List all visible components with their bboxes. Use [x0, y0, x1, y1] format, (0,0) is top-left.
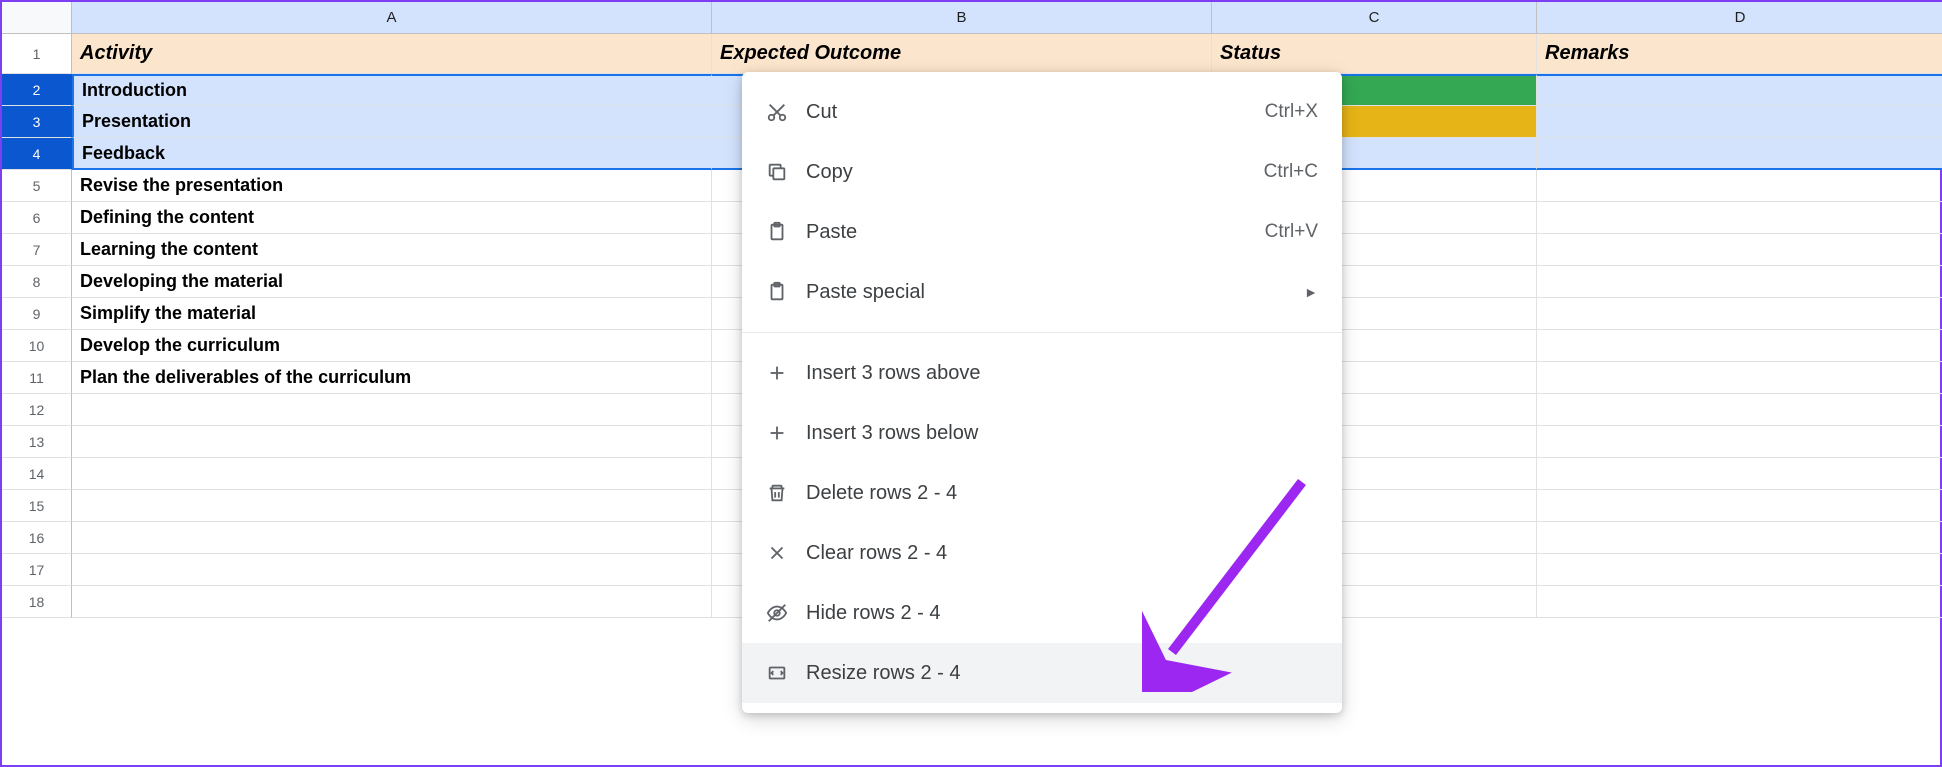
- row-header-9[interactable]: 9: [2, 298, 72, 330]
- cell-a2[interactable]: Introduction: [72, 74, 712, 106]
- cell-d5[interactable]: [1537, 170, 1942, 202]
- cell-d14[interactable]: [1537, 458, 1942, 490]
- cell-a4[interactable]: Feedback: [72, 138, 712, 170]
- menu-cut-shortcut: Ctrl+X: [1265, 101, 1318, 123]
- cell-a9[interactable]: Simplify the material: [72, 298, 712, 330]
- menu-paste-special[interactable]: Paste special ►: [742, 262, 1342, 322]
- menu-copy-shortcut: Ctrl+C: [1264, 161, 1318, 183]
- row-header-1[interactable]: 1: [2, 34, 72, 74]
- row-header-11[interactable]: 11: [2, 362, 72, 394]
- cell-d4[interactable]: [1537, 138, 1942, 170]
- cell-d1[interactable]: Remarks: [1537, 34, 1942, 74]
- menu-delete-rows[interactable]: Delete rows 2 - 4: [742, 463, 1342, 523]
- cell-d17[interactable]: [1537, 554, 1942, 586]
- plus-icon: [766, 422, 806, 444]
- row-header-10[interactable]: 10: [2, 330, 72, 362]
- cell-a15[interactable]: [72, 490, 712, 522]
- cell-a1[interactable]: Activity: [72, 34, 712, 74]
- menu-paste-special-label: Paste special: [806, 281, 1304, 304]
- plus-icon: [766, 362, 806, 384]
- menu-hide-rows[interactable]: Hide rows 2 - 4: [742, 583, 1342, 643]
- row-header-2[interactable]: 2: [2, 74, 72, 106]
- cell-a16[interactable]: [72, 522, 712, 554]
- col-header-c[interactable]: C: [1212, 2, 1537, 34]
- row-header-5[interactable]: 5: [2, 170, 72, 202]
- row-header-16[interactable]: 16: [2, 522, 72, 554]
- menu-insert-rows-above[interactable]: Insert 3 rows above: [742, 343, 1342, 403]
- cell-a13[interactable]: [72, 426, 712, 458]
- resize-icon: [766, 662, 806, 684]
- cell-d7[interactable]: [1537, 234, 1942, 266]
- cell-a8[interactable]: Developing the material: [72, 266, 712, 298]
- menu-copy[interactable]: Copy Ctrl+C: [742, 142, 1342, 202]
- menu-paste-shortcut: Ctrl+V: [1265, 221, 1318, 243]
- row-header-7[interactable]: 7: [2, 234, 72, 266]
- context-menu: Cut Ctrl+X Copy Ctrl+C Paste Ctrl+V Past…: [742, 72, 1342, 713]
- cell-d13[interactable]: [1537, 426, 1942, 458]
- menu-paste-label: Paste: [806, 221, 1265, 244]
- row-header-13[interactable]: 13: [2, 426, 72, 458]
- cell-d11[interactable]: [1537, 362, 1942, 394]
- copy-icon: [766, 161, 806, 183]
- row-header-6[interactable]: 6: [2, 202, 72, 234]
- menu-paste[interactable]: Paste Ctrl+V: [742, 202, 1342, 262]
- cell-c1[interactable]: Status: [1212, 34, 1537, 74]
- row-header-4[interactable]: 4: [2, 138, 72, 170]
- menu-insert-rows-below[interactable]: Insert 3 rows below: [742, 403, 1342, 463]
- row-header-14[interactable]: 14: [2, 458, 72, 490]
- cell-d3[interactable]: [1537, 106, 1942, 138]
- cell-d8[interactable]: [1537, 266, 1942, 298]
- cell-a7[interactable]: Learning the content: [72, 234, 712, 266]
- menu-delete-rows-label: Delete rows 2 - 4: [806, 482, 1318, 505]
- menu-resize-rows-label: Resize rows 2 - 4: [806, 662, 1318, 685]
- col-header-d[interactable]: D: [1537, 2, 1942, 34]
- cell-a11[interactable]: Plan the deliverables of the curriculum: [72, 362, 712, 394]
- cell-d12[interactable]: [1537, 394, 1942, 426]
- cell-b1[interactable]: Expected Outcome: [712, 34, 1212, 74]
- row-header-12[interactable]: 12: [2, 394, 72, 426]
- cell-d15[interactable]: [1537, 490, 1942, 522]
- cell-a5[interactable]: Revise the presentation: [72, 170, 712, 202]
- menu-clear-rows-label: Clear rows 2 - 4: [806, 542, 1318, 565]
- cell-d10[interactable]: [1537, 330, 1942, 362]
- cell-a10[interactable]: Develop the curriculum: [72, 330, 712, 362]
- row-header-3[interactable]: 3: [2, 106, 72, 138]
- menu-cut-label: Cut: [806, 101, 1265, 124]
- select-all-corner[interactable]: [2, 2, 72, 34]
- row-header-18[interactable]: 18: [2, 586, 72, 618]
- cell-d9[interactable]: [1537, 298, 1942, 330]
- row-header-8[interactable]: 8: [2, 266, 72, 298]
- submenu-arrow-icon: ►: [1304, 284, 1318, 300]
- cell-a14[interactable]: [72, 458, 712, 490]
- cell-d18[interactable]: [1537, 586, 1942, 618]
- menu-resize-rows[interactable]: Resize rows 2 - 4: [742, 643, 1342, 703]
- paste-special-icon: [766, 281, 806, 303]
- cell-d2[interactable]: [1537, 74, 1942, 106]
- menu-clear-rows[interactable]: Clear rows 2 - 4: [742, 523, 1342, 583]
- close-icon: [766, 542, 806, 564]
- menu-copy-label: Copy: [806, 161, 1264, 184]
- cell-a17[interactable]: [72, 554, 712, 586]
- row-header-17[interactable]: 17: [2, 554, 72, 586]
- menu-cut[interactable]: Cut Ctrl+X: [742, 82, 1342, 142]
- eye-off-icon: [766, 602, 806, 624]
- cell-a18[interactable]: [72, 586, 712, 618]
- col-header-a[interactable]: A: [72, 2, 712, 34]
- cell-d16[interactable]: [1537, 522, 1942, 554]
- row-header-15[interactable]: 15: [2, 490, 72, 522]
- cell-d6[interactable]: [1537, 202, 1942, 234]
- cell-a3[interactable]: Presentation: [72, 106, 712, 138]
- cell-a6[interactable]: Defining the content: [72, 202, 712, 234]
- menu-insert-below-label: Insert 3 rows below: [806, 422, 1318, 445]
- cut-icon: [766, 101, 806, 123]
- menu-insert-above-label: Insert 3 rows above: [806, 362, 1318, 385]
- trash-icon: [766, 482, 806, 504]
- menu-divider: [742, 332, 1342, 333]
- menu-hide-rows-label: Hide rows 2 - 4: [806, 602, 1318, 625]
- cell-a12[interactable]: [72, 394, 712, 426]
- col-header-b[interactable]: B: [712, 2, 1212, 34]
- paste-icon: [766, 221, 806, 243]
